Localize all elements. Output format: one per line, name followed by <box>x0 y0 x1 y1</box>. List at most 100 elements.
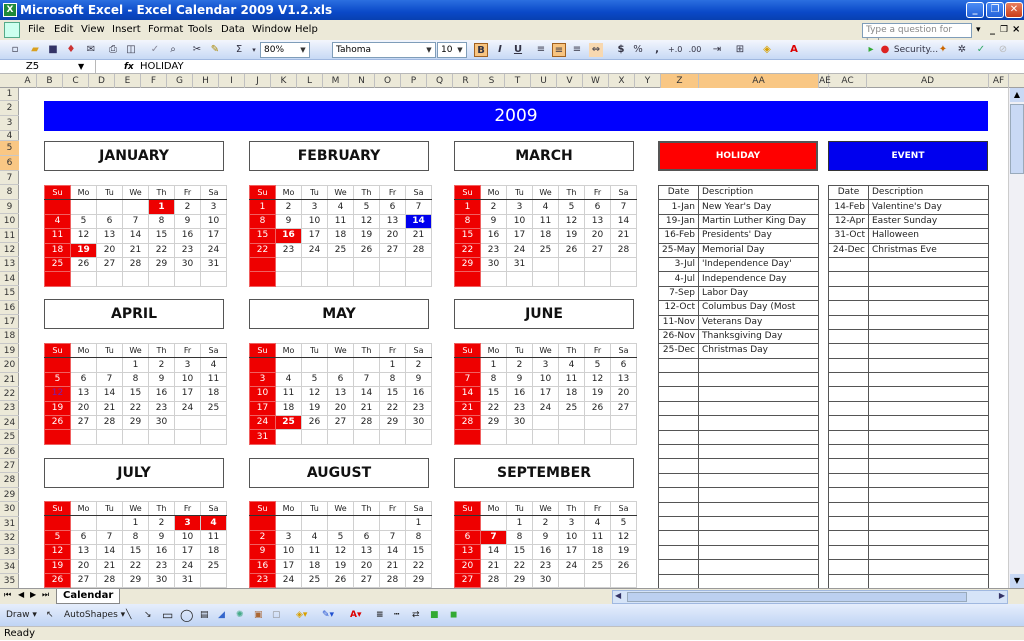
day-cell[interactable]: 2 <box>249 529 276 546</box>
day-cell[interactable]: 31 <box>174 572 201 589</box>
date-cell[interactable] <box>828 458 869 474</box>
empty-cell[interactable] <box>70 271 97 287</box>
empty-cell[interactable] <box>558 271 585 287</box>
day-cell[interactable]: 1 <box>379 357 406 373</box>
day-cell[interactable]: 12 <box>558 213 585 230</box>
horizontal-scrollbar[interactable]: ◀ ▶ <box>612 590 1008 604</box>
empty-cell[interactable] <box>249 357 276 373</box>
row-header-16[interactable]: 16 <box>0 301 19 315</box>
column-header-o[interactable]: O <box>375 74 401 88</box>
date-cell[interactable] <box>828 343 869 359</box>
day-cell[interactable]: 28 <box>480 572 507 589</box>
day-cell[interactable]: 20 <box>454 558 481 574</box>
day-cell[interactable]: 14 <box>454 386 481 402</box>
empty-cell[interactable] <box>584 572 611 589</box>
play-icon[interactable]: ▸ <box>864 43 878 57</box>
day-cell[interactable]: 3 <box>174 515 201 531</box>
date-cell[interactable] <box>828 256 869 273</box>
toolbox-icon[interactable]: ✦ <box>936 43 950 57</box>
holiday-header[interactable]: HOLIDAY <box>658 141 818 171</box>
empty-cell[interactable] <box>275 256 302 273</box>
day-cell[interactable]: 17 <box>558 544 585 560</box>
italic-button[interactable]: I <box>493 43 507 57</box>
day-cell[interactable]: 23 <box>480 242 507 258</box>
description-cell[interactable] <box>868 501 989 517</box>
empty-cell[interactable] <box>148 271 175 287</box>
day-cell[interactable]: 22 <box>405 558 432 574</box>
day-cell[interactable]: 21 <box>353 400 380 416</box>
day-cell[interactable]: 3 <box>532 357 559 373</box>
row-header-18[interactable]: 18 <box>0 329 19 344</box>
day-cell[interactable]: 30 <box>148 572 175 589</box>
formula-input[interactable]: HOLIDAY <box>140 60 184 74</box>
description-cell[interactable] <box>698 530 819 546</box>
day-cell[interactable]: 12 <box>327 544 354 560</box>
day-cell[interactable]: 7 <box>353 371 380 388</box>
day-cell[interactable]: 15 <box>122 544 149 560</box>
day-cell[interactable]: 16 <box>480 228 507 244</box>
day-cell[interactable]: 4 <box>584 515 611 531</box>
day-cell[interactable]: 27 <box>379 242 406 258</box>
align-left-icon[interactable]: ≡ <box>534 43 548 57</box>
row-header-8[interactable]: 8 <box>0 185 19 200</box>
day-cell[interactable]: 10 <box>301 213 328 230</box>
day-cell[interactable]: 19 <box>610 544 637 560</box>
empty-cell[interactable] <box>174 429 201 445</box>
picture-icon[interactable]: ▢ <box>272 608 281 622</box>
row-header-23[interactable]: 23 <box>0 401 19 416</box>
day-cell[interactable]: 5 <box>610 515 637 531</box>
day-cell[interactable]: 13 <box>70 386 97 402</box>
empty-cell[interactable] <box>249 256 276 273</box>
day-cell[interactable]: 16 <box>405 386 432 402</box>
date-cell[interactable] <box>828 472 869 489</box>
day-cell[interactable]: 3 <box>275 529 302 546</box>
day-cell[interactable]: 19 <box>44 400 71 416</box>
description-cell[interactable] <box>698 444 819 460</box>
cut-icon[interactable]: ✂ <box>190 43 204 57</box>
day-cell[interactable]: 29 <box>122 572 149 589</box>
row-header-4[interactable]: 4 <box>0 131 19 141</box>
empty-cell[interactable] <box>249 515 276 531</box>
empty-cell[interactable] <box>454 429 481 445</box>
print-preview-icon[interactable]: ◫ <box>124 43 138 57</box>
day-cell[interactable]: 8 <box>148 213 175 230</box>
empty-cell[interactable] <box>353 357 380 373</box>
day-cell[interactable]: 12 <box>584 371 611 388</box>
day-cell[interactable]: 26 <box>44 572 71 589</box>
empty-cell[interactable] <box>301 357 328 373</box>
day-cell[interactable]: 9 <box>174 213 201 230</box>
day-cell[interactable]: 2 <box>506 357 533 373</box>
day-cell[interactable]: 17 <box>301 228 328 244</box>
date-cell[interactable] <box>658 444 699 460</box>
description-cell[interactable] <box>868 285 989 302</box>
row-header-32[interactable]: 32 <box>0 531 19 546</box>
day-cell[interactable]: 4 <box>327 199 354 215</box>
description-cell[interactable]: 'Independence Day' <box>698 256 819 273</box>
day-cell[interactable]: 23 <box>249 572 276 589</box>
wordart-icon[interactable]: ◢ <box>218 608 225 622</box>
day-cell[interactable]: 9 <box>405 371 432 388</box>
empty-cell[interactable] <box>301 515 328 531</box>
empty-cell[interactable] <box>44 199 71 215</box>
scroll-down-icon[interactable]: ▼ <box>1010 574 1024 588</box>
row-header-27[interactable]: 27 <box>0 459 19 474</box>
column-header-g[interactable]: G <box>167 74 193 88</box>
day-cell[interactable]: 7 <box>454 371 481 388</box>
empty-cell[interactable] <box>327 429 354 445</box>
bold-button[interactable]: B <box>474 43 488 57</box>
day-cell[interactable]: 16 <box>174 228 201 244</box>
date-cell[interactable] <box>828 386 869 402</box>
description-cell[interactable] <box>868 386 989 402</box>
day-cell[interactable]: 28 <box>96 414 123 431</box>
description-cell[interactable] <box>868 544 989 561</box>
date-cell[interactable] <box>828 530 869 546</box>
day-cell[interactable]: 8 <box>480 371 507 388</box>
empty-cell[interactable] <box>532 414 559 431</box>
day-cell[interactable]: 3 <box>558 515 585 531</box>
line-icon[interactable]: ╲ <box>126 608 131 622</box>
column-header-af[interactable]: AF <box>989 74 1009 88</box>
day-cell[interactable]: 25 <box>532 242 559 258</box>
day-cell[interactable]: 26 <box>301 414 328 431</box>
line-style-icon[interactable]: ≡ <box>376 608 384 622</box>
description-cell[interactable]: Labor Day <box>698 285 819 302</box>
